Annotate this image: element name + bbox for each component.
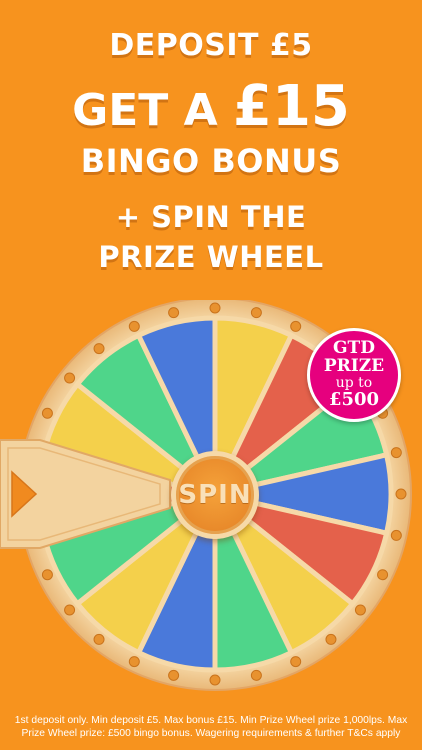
headline-bonus-amount: £15 [232,74,350,139]
headline-deposit: DEPOSIT £5 [109,28,313,63]
headline-get-bonus: GET A £15 [0,74,422,139]
wheel-stud [290,320,302,332]
wheel-stud [168,669,180,681]
guaranteed-prize-badge: GTD PRIZE up to £500 [307,328,401,422]
wheel-stud [354,604,366,616]
wheel-stud [377,569,389,581]
wheel-stud [128,656,140,668]
wheel-stud [93,633,105,645]
wheel-stud [395,488,407,500]
wheel-stud [128,320,140,332]
wheel-stud [64,372,76,384]
wheel-stud [209,302,221,314]
wheel-stud [209,674,221,686]
wheel-stud [290,656,302,668]
spin-button[interactable]: SPIN [171,451,259,539]
wheel-stud [41,569,53,581]
headline-spin-the: + SPIN THE [115,200,307,234]
badge-amount: £500 [328,388,380,410]
badge-prize: PRIZE [323,356,385,377]
headline-bingo-bonus: BINGO BONUS [80,142,342,180]
terms-disclaimer: 1st deposit only. Min deposit £5. Max bo… [0,712,422,750]
wheel-stud [390,529,402,541]
wheel-stud [93,343,105,355]
wheel-stud [250,307,262,319]
headline-get-a: GET A [72,85,233,136]
wheel-stud [250,669,262,681]
wheel-stud [325,633,337,645]
wheel-stud [64,604,76,616]
wheel-stud [168,307,180,319]
wheel-stud [41,407,53,419]
headline-prize-wheel: PRIZE WHEEL [98,240,324,274]
wheel-stud [390,447,402,459]
